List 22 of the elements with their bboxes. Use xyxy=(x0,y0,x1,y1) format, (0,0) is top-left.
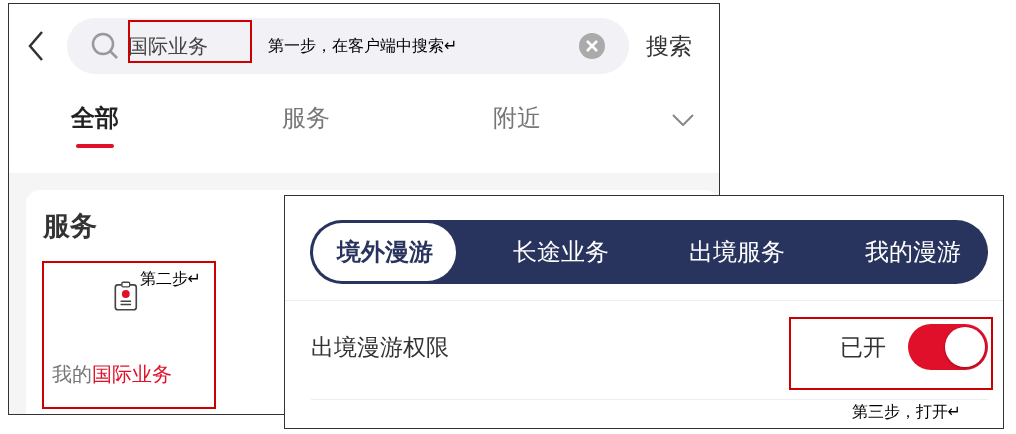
chevron-down-icon[interactable] xyxy=(672,114,694,126)
search-icon xyxy=(90,31,120,61)
tab[interactable]: 境外漫游 xyxy=(313,223,456,281)
search-query: 国际业务 xyxy=(128,33,208,60)
section-title: 服务 xyxy=(42,209,98,243)
setting-label: 出境漫游权限 xyxy=(311,332,449,362)
tab[interactable]: 出境服务 xyxy=(665,223,809,281)
annotation-text: 第一步，在客户端中搜索↵ xyxy=(268,35,458,57)
tab[interactable]: 长途业务 xyxy=(489,223,633,281)
tab[interactable]: 服务 xyxy=(281,100,330,136)
toggle-switch[interactable] xyxy=(908,324,988,370)
tab-indicator xyxy=(75,144,114,148)
annotation-text: 第三步，打开↵ xyxy=(851,401,961,423)
service-label[interactable]: 我的国际业务 xyxy=(52,358,172,389)
tab[interactable]: 我的漫游 xyxy=(842,223,985,281)
search-button[interactable]: 搜索 xyxy=(646,28,692,64)
tab[interactable]: 附近 xyxy=(492,100,541,136)
status-text: 已开 xyxy=(840,332,886,362)
back-icon[interactable] xyxy=(27,30,45,62)
search-field[interactable]: 国际业务 第一步，在客户端中搜索↵ xyxy=(67,18,629,74)
annotation-text: 第二步↵ xyxy=(139,267,201,290)
tab[interactable]: 全部 xyxy=(70,100,119,136)
